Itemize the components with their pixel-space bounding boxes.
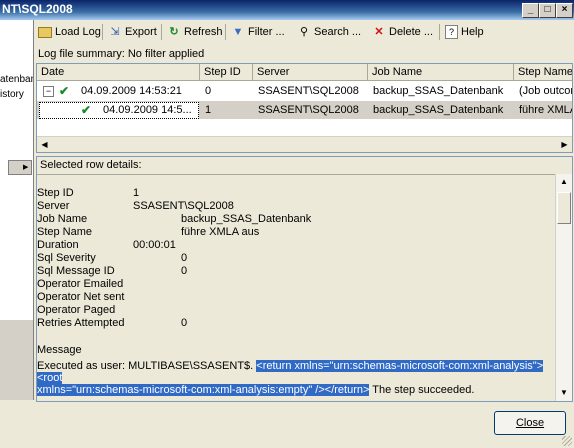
column-header-date[interactable]: Date xyxy=(37,64,200,80)
filter-label: Filter ... xyxy=(248,26,285,38)
close-window-button[interactable]: × xyxy=(556,3,573,18)
cell-date: 04.09.2009 14:5... xyxy=(103,104,192,116)
message-highlight[interactable]: xmlns="urn:schemas-microsoft-com:xml-ana… xyxy=(37,384,370,396)
cell-date: 04.09.2009 14:53:21 xyxy=(81,85,182,97)
folder-icon xyxy=(38,26,52,38)
message-prefix: Executed as user: MULTIBASE\SSASENT$. xyxy=(37,360,257,372)
delete-label: Delete ... xyxy=(389,26,434,38)
detail-key: Operator Paged xyxy=(37,304,116,316)
left-panel-bar xyxy=(0,320,33,400)
log-grid: Date Step ID Server Job Name Step Name −… xyxy=(36,63,573,153)
toolbar: Load Log ⇲ Export ↻ Refresh ▼ Filter ... ⚲ S… xyxy=(34,21,574,43)
help-button[interactable]: ? Help xyxy=(445,24,484,40)
detail-value: führe XMLA aus xyxy=(181,226,260,238)
help-label: Help xyxy=(461,26,484,38)
cell-server: SSASENT\SQL2008 xyxy=(258,85,359,97)
column-header-step-name[interactable]: Step Name xyxy=(514,64,572,80)
column-header-server[interactable]: Server xyxy=(253,64,368,80)
scroll-right-icon[interactable]: ▶ xyxy=(558,138,571,151)
detail-value: backup_SSAS_Datenbank xyxy=(181,213,312,225)
details-header: Selected row details: xyxy=(40,159,142,171)
details-message: Message Executed as user: MULTIBASE\SSAS… xyxy=(37,344,553,396)
grid-horizontal-scrollbar[interactable]: ◀ ▶ xyxy=(37,136,572,152)
message-suffix: The step succeeded. xyxy=(369,384,475,396)
detail-key: Sql Message ID xyxy=(37,265,115,277)
cell-job-name: backup_SSAS_Datenbank xyxy=(373,104,504,116)
table-row[interactable]: − ✔ 04.09.2009 14:53:21 0 SSASENT\SQL200… xyxy=(37,82,572,100)
left-panel-item: atenbank xyxy=(0,74,33,85)
refresh-icon: ↻ xyxy=(169,26,179,39)
left-scroll-arrow[interactable]: ▶ xyxy=(8,160,32,175)
filter-button[interactable]: ▼ Filter ... xyxy=(231,24,285,40)
toolbar-separator xyxy=(439,24,440,40)
cell-step-name: (Job outcome) xyxy=(519,85,572,97)
export-label: Export xyxy=(125,26,157,38)
search-label: Search ... xyxy=(314,26,362,38)
column-header-step-id[interactable]: Step ID xyxy=(200,64,253,80)
filter-icon: ▼ xyxy=(232,26,244,39)
maximize-button[interactable]: □ xyxy=(539,3,556,18)
cell-server: SSASENT\SQL2008 xyxy=(258,104,359,116)
detail-value: 0 xyxy=(181,317,188,329)
delete-button[interactable]: ✕ Delete ... xyxy=(372,24,433,40)
help-icon: ? xyxy=(445,25,458,40)
scroll-up-icon[interactable]: ▲ xyxy=(557,175,571,189)
load-log-label: Load Log xyxy=(55,26,101,38)
column-header-job-name[interactable]: Job Name xyxy=(368,64,514,80)
detail-key: Server xyxy=(37,200,70,212)
detail-key: Retries Attempted xyxy=(37,317,125,329)
detail-key: Sql Severity xyxy=(37,252,96,264)
cell-step-id: 1 xyxy=(205,104,212,116)
detail-value: 00:00:01 xyxy=(133,239,176,251)
cell-job-name: backup_SSAS_Datenbank xyxy=(373,85,504,97)
toolbar-separator xyxy=(161,24,162,40)
left-panel-item: istory xyxy=(0,89,24,100)
grid-header: Date Step ID Server Job Name Step Name xyxy=(37,64,572,81)
close-label: Close xyxy=(515,417,545,429)
search-button[interactable]: ⚲ Search ... xyxy=(297,24,361,40)
toolbar-separator xyxy=(102,24,103,40)
load-log-button[interactable]: Load Log xyxy=(38,24,101,40)
success-check-icon: ✔ xyxy=(81,103,92,117)
detail-key: Step Name xyxy=(37,226,93,238)
collapse-icon[interactable]: − xyxy=(43,86,54,97)
scroll-left-icon[interactable]: ◀ xyxy=(38,138,51,151)
detail-key: Duration xyxy=(37,239,79,251)
detail-value: SSASENT\SQL2008 xyxy=(133,200,234,212)
detail-key: Job Name xyxy=(37,213,88,225)
scroll-thumb[interactable] xyxy=(557,192,571,224)
toolbar-separator xyxy=(225,24,226,40)
success-check-icon: ✔ xyxy=(59,84,70,98)
detail-value: 0 xyxy=(181,265,188,277)
window-title: NT\SQL2008 xyxy=(2,2,73,16)
row-details-panel: Selected row details: Step ID 1 Server S… xyxy=(36,156,573,402)
export-icon: ⇲ xyxy=(110,26,120,39)
details-divider xyxy=(37,174,557,175)
search-icon: ⚲ xyxy=(299,26,309,39)
details-vertical-scrollbar[interactable]: ▲ ▼ xyxy=(555,174,572,401)
table-row-selected[interactable]: ✔ 04.09.2009 14:5... 1 SSASENT\SQL2008 b… xyxy=(37,101,572,119)
detail-value: 0 xyxy=(181,252,188,264)
delete-icon: ✕ xyxy=(374,26,384,39)
detail-key: Operator Net sent xyxy=(37,291,125,303)
minimize-button[interactable]: _ xyxy=(522,3,539,18)
detail-key: Step ID xyxy=(37,187,74,199)
close-button[interactable]: Close xyxy=(494,411,566,435)
detail-key: Operator Emailed xyxy=(37,278,124,290)
log-summary: Log file summary: No filter applied xyxy=(38,48,205,60)
cell-step-name: führe XMLA aus xyxy=(519,104,572,116)
message-label: Message xyxy=(37,344,82,356)
title-bar: NT\SQL2008 _ □ × xyxy=(0,0,574,20)
refresh-label: Refresh xyxy=(184,26,223,38)
export-button[interactable]: ⇲ Export xyxy=(108,24,157,40)
resize-grip[interactable] xyxy=(562,436,572,446)
scroll-down-icon[interactable]: ▼ xyxy=(557,386,571,400)
background-window-panel: atenbank istory ▶ xyxy=(0,20,34,400)
refresh-button[interactable]: ↻ Refresh xyxy=(167,24,223,40)
detail-value: 1 xyxy=(133,187,140,199)
cell-step-id: 0 xyxy=(205,85,212,97)
